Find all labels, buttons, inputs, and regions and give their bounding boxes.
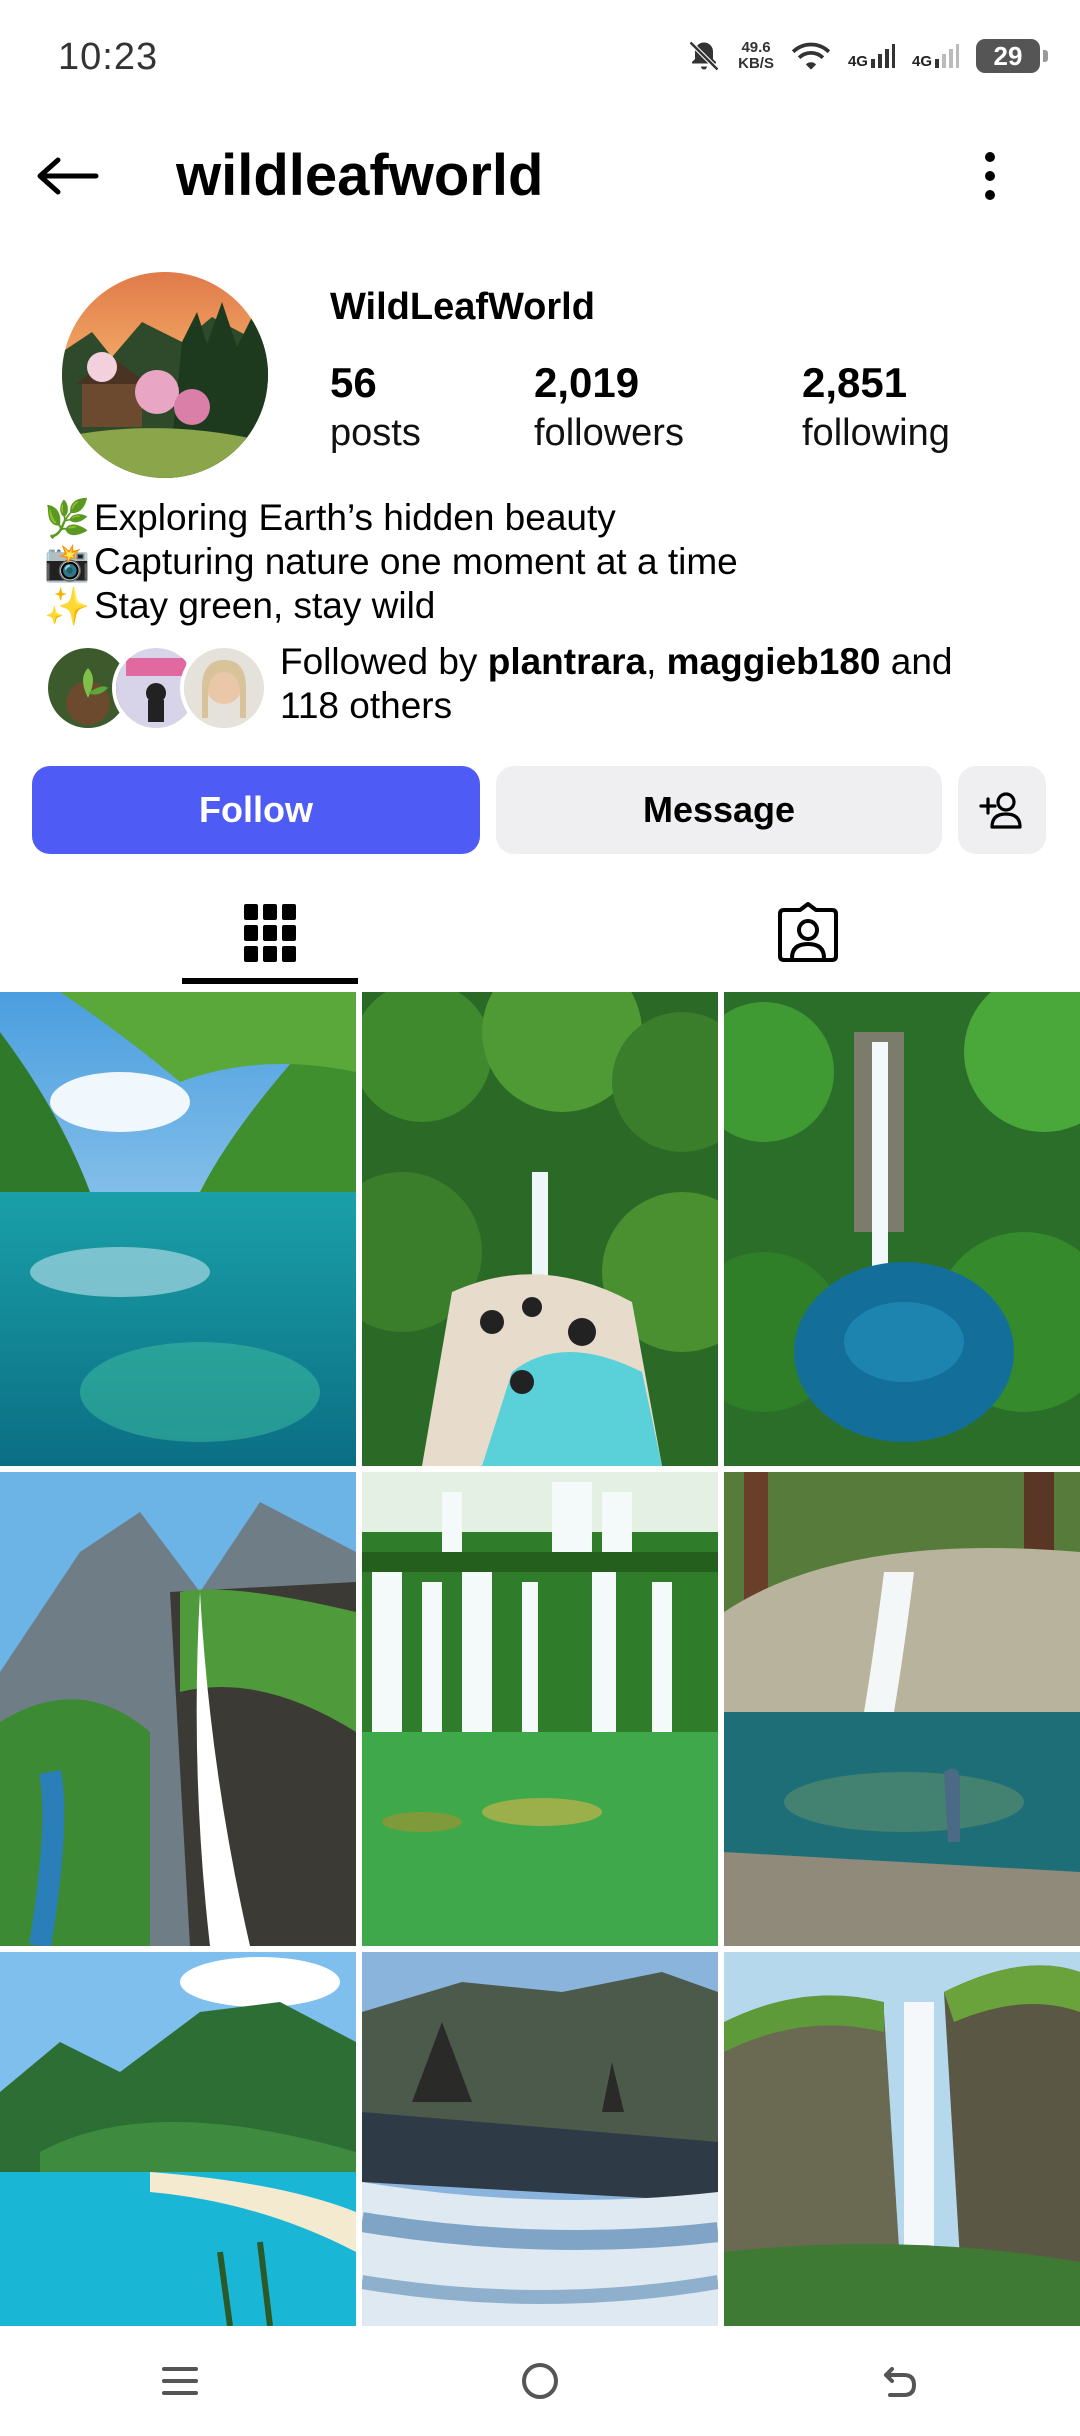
post-thumbnail[interactable] — [724, 1952, 1080, 2326]
suggested-users-button[interactable] — [958, 766, 1046, 854]
mutual-avatar — [180, 644, 268, 732]
tagged-person-icon — [778, 902, 838, 962]
tab-posts-grid[interactable] — [182, 880, 358, 986]
signal-weak-icon — [935, 44, 959, 68]
add-user-icon — [979, 792, 1022, 829]
signal-icon — [870, 44, 895, 68]
mutual-follower-link[interactable]: plantrara — [488, 641, 646, 682]
bio-line: 📸 Capturing nature one moment at a time — [44, 540, 738, 584]
post-thumbnail[interactable] — [362, 1472, 718, 1946]
stat-following[interactable]: 2,851 following — [802, 358, 950, 458]
post-thumbnail[interactable] — [362, 992, 718, 1466]
stat-following-label: following — [802, 412, 950, 454]
active-tab-indicator — [182, 978, 358, 984]
signal-1: 4G — [848, 43, 896, 69]
post-thumbnail[interactable] — [0, 1952, 356, 2326]
bio-text: Capturing nature one moment at a time — [94, 541, 738, 582]
network-type-1: 4G — [847, 53, 868, 70]
menu-icon — [162, 2367, 198, 2395]
bio-text: Exploring Earth’s hidden beauty — [94, 497, 616, 538]
followed-by-prefix: Followed by — [280, 641, 478, 682]
bio-line: ✨ Stay green, stay wild — [44, 584, 738, 628]
display-name: WildLeafWorld — [330, 286, 595, 328]
home-button[interactable] — [490, 2341, 590, 2421]
back-button[interactable] — [28, 140, 108, 212]
back-arrow-icon — [884, 2367, 917, 2397]
home-circle-icon — [522, 2363, 558, 2399]
profile-username: wildleafworld — [176, 143, 544, 208]
system-nav-bar — [0, 2326, 1080, 2436]
post-thumbnail[interactable] — [0, 1472, 356, 1946]
posts-grid — [0, 992, 1080, 2326]
grid-icon — [244, 904, 296, 962]
profile-bio: 🌿 Exploring Earth’s hidden beauty 📸 Capt… — [44, 496, 738, 628]
signal-2: 4G — [912, 43, 960, 69]
followed-by-and: and — [890, 641, 953, 682]
post-thumbnail[interactable] — [362, 1952, 718, 2326]
status-time: 10:23 — [58, 36, 159, 78]
more-vertical-icon — [985, 152, 995, 200]
battery-icon: 29 — [976, 39, 1048, 73]
bio-line: 🌿 Exploring Earth’s hidden beauty — [44, 496, 738, 540]
status-icons: 49.6 KB/S 4G 4G 29 — [686, 34, 1048, 78]
bio-text: Stay green, stay wild — [94, 585, 436, 626]
stat-following-value: 2,851 — [802, 359, 908, 406]
stat-posts-value: 56 — [330, 359, 377, 406]
stat-posts[interactable]: 56 posts — [330, 358, 421, 458]
post-thumbnail[interactable] — [724, 1472, 1080, 1946]
camera-icon: 📸 — [44, 542, 91, 583]
network-type-2: 4G — [911, 53, 932, 70]
mutual-followers-text[interactable]: Followed by plantrara, maggieb180 and 11… — [280, 640, 1020, 728]
mutual-followers-avatars[interactable] — [44, 640, 268, 732]
stat-posts-label: posts — [330, 412, 421, 454]
post-thumbnail[interactable] — [0, 992, 356, 1466]
net-speed: 49.6 KB/S — [738, 40, 774, 72]
post-thumbnail[interactable] — [724, 992, 1080, 1466]
recent-apps-button[interactable] — [130, 2341, 230, 2421]
follow-button[interactable]: Follow — [32, 766, 480, 854]
herb-icon: 🌿 — [44, 498, 91, 539]
bell-off-icon — [689, 40, 720, 72]
more-options-button[interactable] — [960, 140, 1020, 212]
stat-followers[interactable]: 2,019 followers — [534, 358, 684, 458]
wifi-icon — [791, 42, 831, 70]
followed-by-others: 118 others — [280, 685, 453, 726]
arrow-left-icon — [37, 157, 99, 195]
profile-avatar[interactable] — [62, 272, 268, 478]
followed-by-separator: , — [646, 641, 657, 682]
tab-tagged[interactable] — [720, 880, 896, 986]
status-bar: 10:23 49.6 KB/S 4G 4G 29 — [0, 0, 1080, 110]
net-speed-unit: KB/S — [738, 55, 774, 72]
back-nav-button[interactable] — [850, 2341, 950, 2421]
sparkles-icon: ✨ — [44, 586, 91, 627]
stat-followers-label: followers — [534, 412, 684, 454]
stat-followers-value: 2,019 — [534, 359, 640, 406]
mutual-follower-link[interactable]: maggieb180 — [667, 641, 881, 682]
message-button[interactable]: Message — [496, 766, 942, 854]
net-speed-value: 49.6 — [741, 39, 771, 56]
